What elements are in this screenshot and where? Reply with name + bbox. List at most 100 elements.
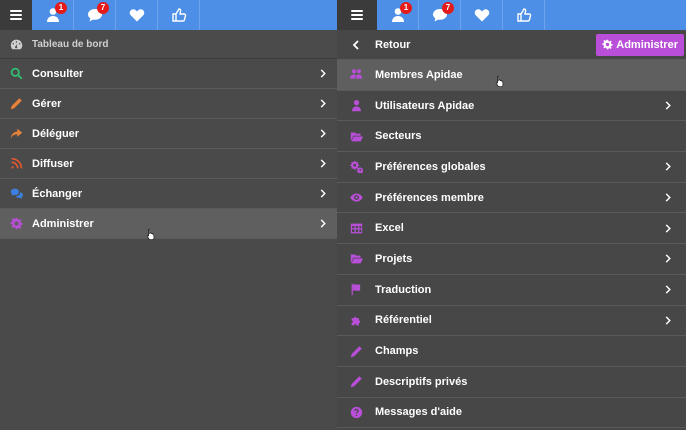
- hand-cursor-icon: [146, 228, 155, 240]
- chevron-right-icon: [320, 69, 326, 78]
- admin-item-label: Secteurs: [375, 130, 422, 143]
- menu-item-dashboard[interactable]: Tableau de bord: [0, 30, 337, 59]
- admin-item-label: Préférences globales: [375, 160, 486, 173]
- admin-item-label: Excel: [375, 222, 404, 235]
- thumbs-up-icon: [171, 8, 186, 22]
- hand-cursor-icon: [495, 75, 504, 87]
- hamburger-icon: [351, 10, 363, 20]
- gear-icon: [602, 39, 613, 50]
- eye-icon: [349, 193, 363, 202]
- back-row[interactable]: Retour Administrer: [337, 30, 686, 60]
- admin-item-préférences-membre[interactable]: Préférences membre: [337, 183, 686, 214]
- chat-icon: [10, 188, 23, 199]
- chevron-right-icon: [320, 219, 326, 228]
- messages-badge: 7: [97, 2, 109, 14]
- chevron-right-icon: [665, 224, 671, 233]
- administrer-button[interactable]: Administrer: [596, 33, 684, 56]
- pencil-icon: [350, 345, 362, 357]
- top-toolbar: 1 7: [0, 0, 337, 30]
- dashboard-icon: [10, 39, 22, 49]
- admin-menu-list: Membres Apidae Utilisateurs Apidae Secteur…: [337, 60, 686, 429]
- menu-item-consulter[interactable]: Consulter: [0, 59, 337, 89]
- users-toolbar-button[interactable]: 1: [377, 0, 419, 30]
- users-toolbar-button[interactable]: 1: [32, 0, 74, 30]
- admin-item-label: Descriptifs privés: [375, 375, 468, 388]
- admin-item-label: Utilisateurs Apidae: [375, 99, 475, 112]
- admin-item-descriptifs-privés[interactable]: Descriptifs privés: [337, 367, 686, 398]
- admin-item-préférences-globales[interactable]: Préférences globales: [337, 152, 686, 183]
- pencil-icon: [10, 98, 22, 110]
- recommend-toolbar-button[interactable]: [158, 0, 200, 30]
- top-toolbar: 1 7: [337, 0, 686, 30]
- menu-item-administrer[interactable]: Administrer: [0, 209, 337, 239]
- messages-toolbar-button[interactable]: 7: [74, 0, 116, 30]
- admin-item-référentiel[interactable]: Référentiel: [337, 306, 686, 337]
- chevron-left-icon: [352, 39, 359, 50]
- admin-item-secteurs[interactable]: Secteurs: [337, 121, 686, 153]
- admin-item-projets[interactable]: Projets: [337, 244, 686, 275]
- table-icon: [350, 223, 362, 234]
- admin-item-label: Champs: [375, 345, 419, 358]
- admin-item-label: Référentiel: [375, 314, 432, 327]
- admin-item-label: Préférences membre: [375, 191, 484, 204]
- question-icon: [350, 406, 362, 419]
- admin-item-utilisateurs-apidae[interactable]: Utilisateurs Apidae: [337, 91, 686, 122]
- folder-open-icon: [350, 132, 363, 142]
- heart-icon: [129, 9, 144, 22]
- chevron-right-icon: [665, 316, 671, 325]
- chevron-right-icon: [665, 285, 671, 294]
- left-menu-panel: 1 7 Tableau de bord Consulter Gérer Délé…: [0, 0, 337, 430]
- hamburger-button[interactable]: [0, 0, 32, 30]
- hamburger-icon: [10, 10, 22, 20]
- menu-item-label: Tableau de bord: [32, 38, 109, 50]
- admin-item-messages-d-aide[interactable]: Messages d'aide: [337, 398, 686, 429]
- chevron-right-icon: [320, 129, 326, 138]
- messages-badge: 7: [442, 2, 454, 14]
- folder-open-icon: [350, 254, 363, 264]
- puzzle-icon: [351, 316, 360, 326]
- admin-item-excel[interactable]: Excel: [337, 213, 686, 245]
- thumbs-up-icon: [516, 8, 531, 22]
- menu-item-label: Déléguer: [32, 127, 80, 140]
- chevron-right-icon: [320, 189, 326, 198]
- menu-item-deleguer[interactable]: Déléguer: [0, 119, 337, 149]
- chevron-right-icon: [665, 101, 671, 110]
- share-icon: [10, 128, 22, 139]
- admin-item-champs[interactable]: Champs: [337, 336, 686, 367]
- admin-item-label: Traduction: [375, 283, 432, 296]
- favorites-toolbar-button[interactable]: [116, 0, 158, 30]
- menu-item-echanger[interactable]: Échanger: [0, 179, 337, 209]
- admin-item-label: Messages d'aide: [375, 406, 462, 419]
- menu-item-label: Administrer: [32, 217, 94, 230]
- menu-item-label: Gérer: [32, 97, 62, 110]
- back-label: Retour: [375, 38, 411, 51]
- admin-item-membres-apidae[interactable]: Membres Apidae: [337, 60, 686, 91]
- menu-item-label: Échanger: [32, 187, 83, 200]
- hamburger-button[interactable]: [337, 0, 377, 30]
- admin-item-traduction[interactable]: Traduction: [337, 275, 686, 306]
- admin-item-label: Projets: [375, 252, 413, 265]
- messages-toolbar-button[interactable]: 7: [419, 0, 461, 30]
- rss-icon: [10, 157, 22, 169]
- chevron-right-icon: [320, 159, 326, 168]
- menu-item-diffuser[interactable]: Diffuser: [0, 149, 337, 179]
- chevron-right-icon: [320, 99, 326, 108]
- menu-item-gerer[interactable]: Gérer: [0, 89, 337, 119]
- menu-item-label: Consulter: [32, 67, 84, 80]
- users-icon: [349, 69, 362, 79]
- search-icon: [10, 67, 22, 80]
- gears-icon: [349, 161, 363, 174]
- right-admin-panel: 1 7 Retour Administrer Membres Apidae Uti…: [337, 0, 686, 430]
- screen: 1 7 Tableau de bord Consulter Gérer Délé…: [0, 0, 686, 430]
- admin-item-label: Membres Apidae: [375, 68, 463, 81]
- users-badge: 1: [400, 2, 412, 14]
- user-icon: [351, 100, 361, 112]
- gear-icon: [9, 217, 23, 230]
- chevron-right-icon: [665, 193, 671, 202]
- recommend-toolbar-button[interactable]: [503, 0, 545, 30]
- favorites-toolbar-button[interactable]: [461, 0, 503, 30]
- chevron-right-icon: [665, 254, 671, 264]
- administrer-button-label: Administrer: [616, 38, 678, 51]
- pencil-icon: [350, 376, 362, 388]
- menu-item-label: Diffuser: [32, 157, 74, 170]
